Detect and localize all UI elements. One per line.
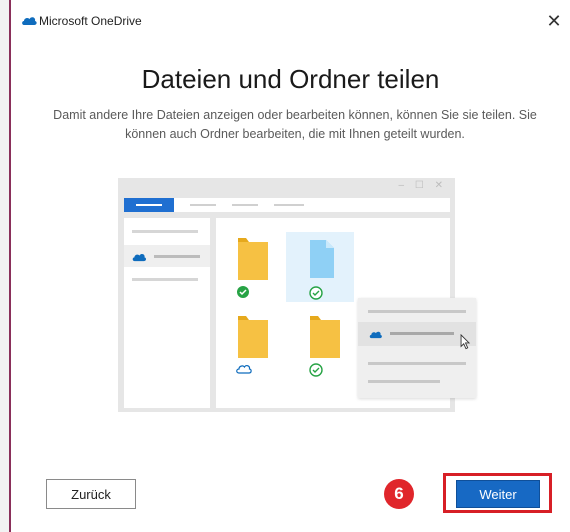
onedrive-cloud-icon (132, 253, 147, 262)
next-button[interactable]: Weiter (456, 480, 540, 508)
onedrive-cloud-icon (369, 331, 382, 339)
back-button[interactable]: Zurück (46, 479, 136, 509)
illustration-menu-share-item (358, 322, 476, 350)
illustration-sidebar (124, 218, 210, 408)
close-button[interactable]: ✕ (544, 10, 564, 32)
onedrive-cloud-icon (22, 17, 37, 25)
illustration-sidebar-onedrive-item (124, 245, 210, 267)
background-window-edge (0, 0, 11, 532)
illustration-context-menu (358, 298, 476, 398)
page-description: Damit andere Ihre Dateien anzeigen oder … (53, 108, 537, 141)
close-icon: ✕ (546, 11, 562, 31)
step-number-badge: 6 (384, 479, 414, 509)
page-title: Dateien und Ordner teilen (141, 64, 440, 94)
sharing-illustration: – ☐ ✕ (118, 178, 478, 416)
title-bar: Microsoft OneDrive ✕ (11, 8, 570, 36)
illustration-toolbar (124, 198, 450, 212)
illustration-active-tab (124, 198, 174, 212)
window-top-edge (0, 0, 570, 8)
mouse-pointer-icon (460, 334, 471, 350)
app-title: Microsoft OneDrive (39, 14, 142, 28)
window-controls-icon: – ☐ ✕ (398, 180, 447, 191)
